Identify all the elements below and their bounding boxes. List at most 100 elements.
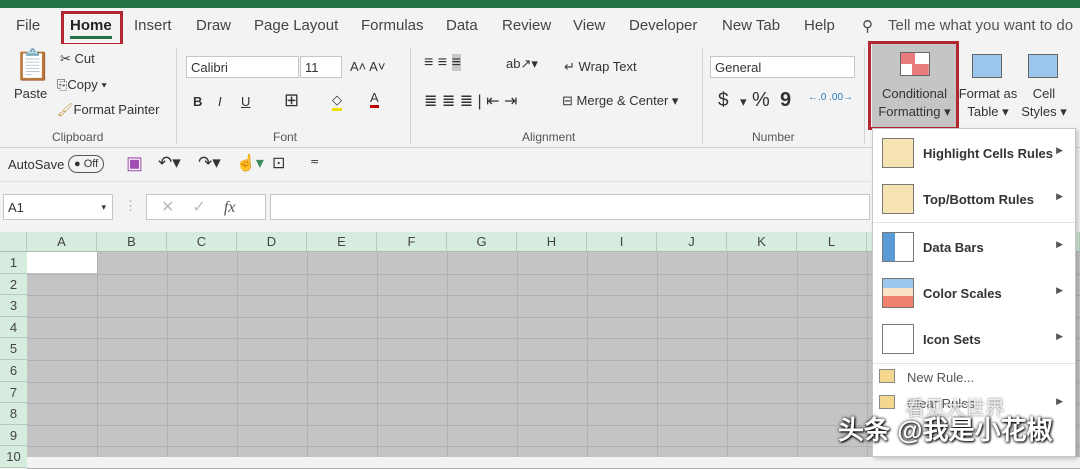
column-header-B[interactable]: B [97,232,167,252]
tab-new-tab[interactable]: New Tab [722,17,780,34]
menu-item-top-bottom-rules[interactable]: Top/Bottom Rules ▶ [873,177,1075,223]
cell-A1[interactable] [27,252,97,273]
copy-icon: ⎘ [57,77,68,92]
cell-styles-button[interactable]: Cell Styles ▾ [1018,44,1070,128]
column-header-C[interactable]: C [167,232,237,252]
grow-font-button[interactable]: A˄ A˅ [350,59,385,74]
font-group-label: Font [273,130,298,144]
touch-mode-icon[interactable]: ☝▾ [236,153,264,173]
menu-item-data-bars[interactable]: Data Bars ▶ [873,225,1075,271]
tell-me-search[interactable]: Tell me what you want to do [888,17,1073,34]
tab-formulas[interactable]: Formulas [361,17,424,34]
autosave-label: AutoSave [8,157,65,172]
menu-item-icon-sets[interactable]: Icon Sets ▶ [873,317,1075,363]
column-header-E[interactable]: E [307,232,377,252]
align-left-icon[interactable]: ≣ ≣ ≣ | ⇤ ⇥ [424,91,517,111]
autosave-toggle[interactable]: ● Off [68,155,105,173]
font-size-select[interactable]: 11 [300,56,342,78]
wrap-text-button[interactable]: ↵ Wrap Text [564,59,637,75]
tab-review[interactable]: Review [502,17,551,34]
row-header-5[interactable]: 5 [0,338,27,360]
percent-button[interactable]: % [752,89,770,112]
row-header-6[interactable]: 6 [0,360,27,382]
column-header-J[interactable]: J [657,232,727,252]
gridline [657,252,658,457]
cut-button[interactable]: ✂ Cut [60,51,95,67]
row-header-9[interactable]: 9 [0,424,27,447]
gridline [517,252,518,457]
name-box[interactable]: A1 ▾ [3,194,113,220]
orientation-icon[interactable]: ab↗▾ [506,56,538,72]
column-header-I[interactable]: I [587,232,657,252]
column-header-D[interactable]: D [237,232,307,252]
table-label-1: Format as [958,86,1018,101]
column-header-K[interactable]: K [727,232,797,252]
paste-button[interactable]: Paste [14,86,47,101]
tab-help[interactable]: Help [804,17,835,34]
row-header-8[interactable]: 8 [0,403,27,425]
decimal-icons[interactable]: ←.0 .00→ [808,92,853,103]
cancel-icon[interactable]: ✕ [161,199,174,216]
tab-insert[interactable]: Insert [134,17,172,34]
font-color-icon[interactable]: A [370,90,379,108]
tab-developer[interactable]: Developer [629,17,697,34]
column-header-G[interactable]: G [447,232,517,252]
row-header-3[interactable]: 3 [0,295,27,317]
formula-buttons: ✕ ✓ fx [146,194,266,220]
cell-styles-label-2: Styles ▾ [1021,104,1067,119]
column-header-F[interactable]: F [377,232,447,252]
copy-button[interactable]: ⎘Copy ▾ [57,77,107,93]
tab-file[interactable]: File [16,17,40,34]
bold-button[interactable]: B [193,94,202,109]
number-group-label: Number [752,130,795,144]
merge-center-button[interactable]: ⊟ Merge & Center ▾ [562,93,678,109]
column-header-L[interactable]: L [797,232,867,252]
align-top-icon[interactable]: ≡ ≡ ≡ [424,54,461,72]
italic-button[interactable]: I [218,94,222,109]
format-as-table-button[interactable]: Format as Table ▾ [958,44,1018,128]
gridline [167,252,168,457]
fill-color-icon[interactable]: ◇ [332,92,342,111]
redo-icon[interactable]: ↷▾ [198,153,221,173]
quick-access-toolbar: AutoSave ● Off ▣ ↶▾ ↷▾ ☝▾ ⊡ ≂ [0,148,870,182]
top-bottom-icon [882,184,914,214]
insert-function-button[interactable]: fx [224,199,236,216]
font-name-select[interactable]: Calibri [186,56,299,78]
menu-item-color-scales[interactable]: Color Scales ▶ [873,271,1075,317]
format-painter-button[interactable]: 🖌Format Painter [57,102,160,118]
menu-item-highlight-cells-rules[interactable]: Highlight Cells Rules ▶ [873,131,1075,177]
column-header-A[interactable]: A [27,232,97,252]
row-header-7[interactable]: 7 [0,381,27,404]
select-all-corner[interactable] [0,232,27,252]
row-header-4[interactable]: 4 [0,316,27,339]
row-header-2[interactable]: 2 [0,273,27,296]
number-format-select[interactable]: General [710,56,855,78]
menu-item-new-rule[interactable]: New Rule... [873,365,1075,389]
tab-view[interactable]: View [573,17,605,34]
comma-button[interactable]: 9 [780,89,791,112]
more-icon: ⋮ [124,198,137,213]
cell-styles-label-1: Cell [1032,86,1056,101]
save-icon[interactable]: ▣ [126,153,143,174]
column-header-H[interactable]: H [517,232,587,252]
tab-data[interactable]: Data [446,17,478,34]
merge-icon: ⊟ [562,93,573,108]
currency-dropdown-icon: ▾ [740,94,747,109]
gridline [307,252,308,457]
enter-icon[interactable]: ✓ [192,199,205,216]
gridline [237,252,238,457]
gridline [797,252,798,457]
tab-page-layout[interactable]: Page Layout [254,17,338,34]
currency-button[interactable]: $ [718,90,729,112]
borders-icon[interactable]: ⊞ [284,90,299,111]
row-header-10[interactable]: 10 [0,446,27,468]
tab-draw[interactable]: Draw [196,17,231,34]
brush-icon: 🖌 [57,102,74,117]
underline-button[interactable]: U [241,94,250,109]
formula-input[interactable] [270,194,870,220]
undo-icon[interactable]: ↶▾ [158,153,181,173]
row-header-1[interactable]: 1 [0,252,27,274]
table-icon [972,54,1002,78]
camera-icon[interactable]: ⊡ [272,153,285,173]
customize-qat-icon[interactable]: ≂ [310,155,319,168]
